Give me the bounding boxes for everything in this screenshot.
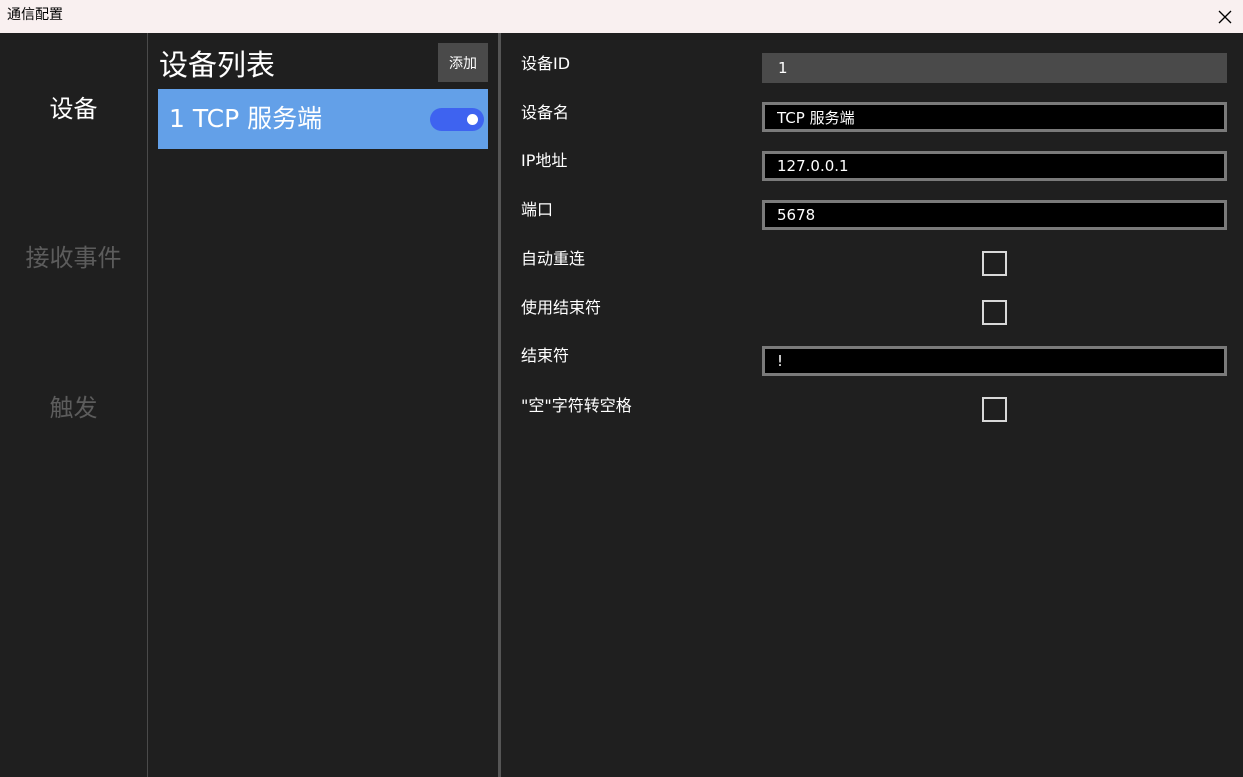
panel-divider[interactable] — [498, 33, 501, 777]
null-to-space-checkbox[interactable] — [982, 397, 1007, 422]
nav-divider — [147, 33, 148, 777]
nav-item-receive-events[interactable]: 接收事件 — [0, 242, 147, 274]
close-button[interactable] — [1207, 0, 1243, 33]
terminator-label: 结束符 — [521, 346, 570, 365]
side-nav: 设备 接收事件 触发 — [0, 33, 147, 777]
auto-reconnect-checkbox[interactable] — [982, 251, 1007, 276]
device-name-label: 设备名 — [521, 103, 570, 122]
use-terminator-checkbox[interactable] — [982, 300, 1007, 325]
ip-address-label: IP地址 — [521, 151, 568, 170]
close-icon — [1218, 10, 1232, 23]
terminator-input[interactable] — [762, 346, 1227, 376]
nav-item-triggers[interactable]: 触发 — [0, 392, 147, 424]
device-list-item[interactable]: 1 TCP 服务端 — [158, 89, 488, 149]
null-to-space-label: "空"字符转空格 — [521, 396, 632, 415]
toggle-knob — [467, 114, 478, 125]
ip-address-input[interactable] — [762, 151, 1227, 181]
add-device-button[interactable]: 添加 — [438, 43, 488, 82]
port-input[interactable] — [762, 200, 1227, 230]
window-title: 通信配置 — [7, 7, 63, 23]
device-list-title: 设备列表 — [159, 48, 276, 82]
device-item-label: 1 TCP 服务端 — [169, 104, 323, 133]
device-name-input[interactable] — [762, 102, 1227, 132]
title-bar: 通信配置 — [0, 0, 1243, 33]
use-terminator-label: 使用结束符 — [521, 298, 602, 317]
device-id-field — [762, 53, 1227, 83]
port-label: 端口 — [521, 200, 554, 219]
nav-item-devices[interactable]: 设备 — [0, 93, 147, 125]
device-id-label: 设备ID — [521, 54, 571, 73]
device-enable-toggle[interactable] — [430, 108, 484, 131]
auto-reconnect-label: 自动重连 — [521, 249, 586, 268]
